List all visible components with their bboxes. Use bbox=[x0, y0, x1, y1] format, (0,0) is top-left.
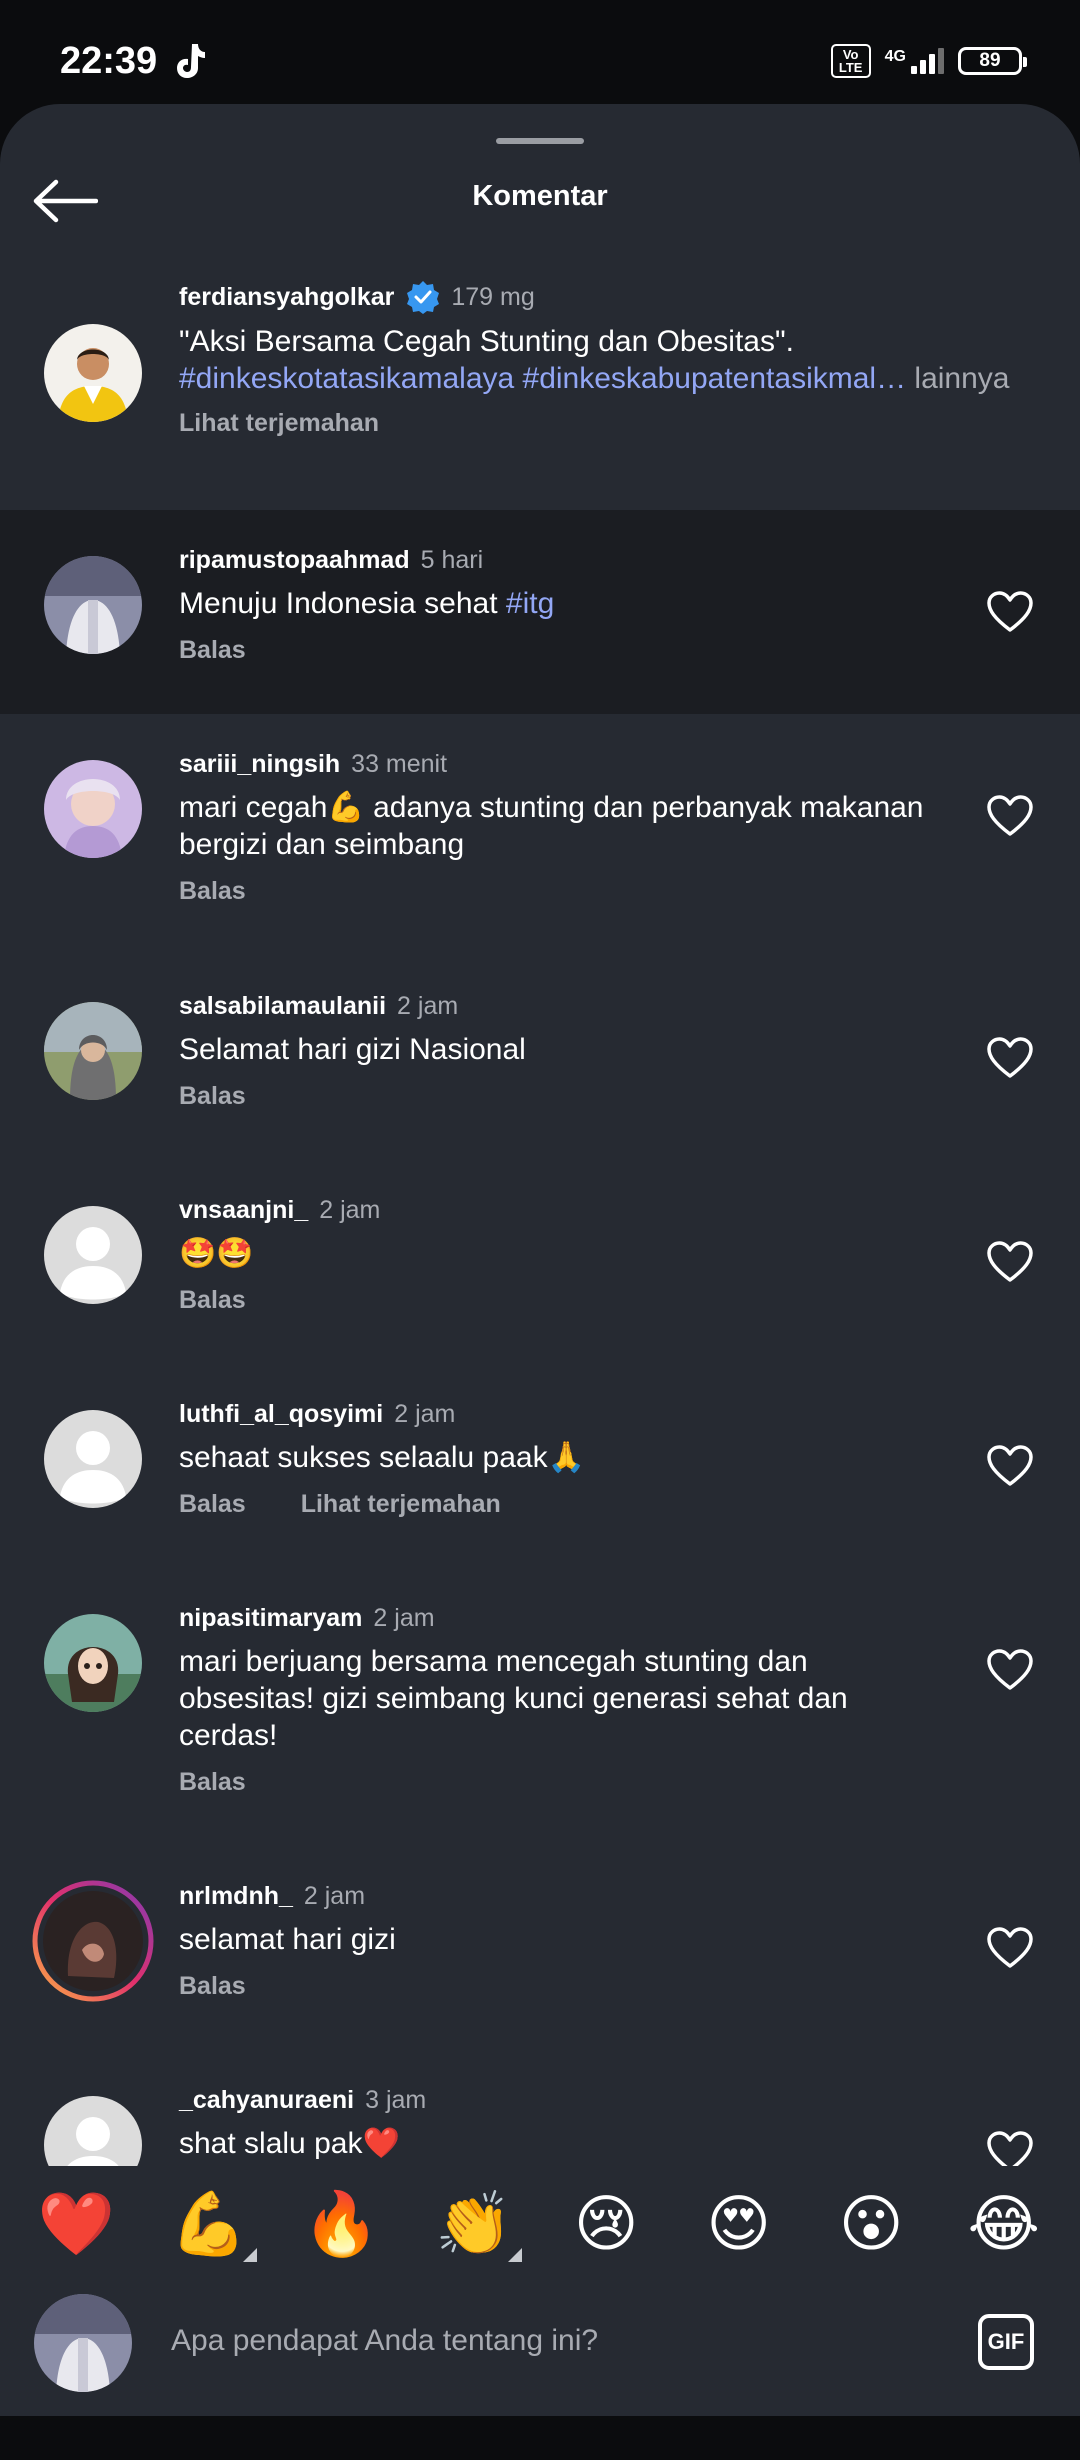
comment-username[interactable]: nipasitimaryam bbox=[179, 1602, 362, 1634]
heart-outline-icon[interactable] bbox=[986, 1036, 1034, 1080]
avatar[interactable] bbox=[44, 760, 142, 858]
status-bar: 22:39 Vo LTE 4G 89 bbox=[0, 0, 1080, 100]
comment-text: selamat hari gizi bbox=[179, 1923, 396, 1956]
verified-badge-icon bbox=[407, 281, 440, 314]
comment-username[interactable]: sariii_ningsih bbox=[179, 748, 340, 780]
comment-item: _cahyanuraeni 3 jam shat slalu pak❤️ bbox=[0, 2050, 1080, 2166]
comment-time: 179 mg bbox=[451, 283, 535, 311]
comment-item: nrlmdnh_ 2 jam selamat hari gizi Balas bbox=[0, 1846, 1080, 2050]
heart-outline-icon[interactable] bbox=[986, 794, 1034, 838]
page-title: Komentar bbox=[472, 180, 608, 212]
volte-badge: Vo LTE bbox=[830, 44, 871, 78]
comment-text: sehaat sukses selaalu paak🙏 bbox=[179, 1441, 585, 1474]
emoji-muscle[interactable]: 💪 bbox=[159, 2194, 259, 2262]
comment-composer: Apa pendapat Anda tentang ini? GIF bbox=[0, 2280, 1080, 2416]
reply-button[interactable]: Balas bbox=[179, 877, 246, 906]
avatar[interactable] bbox=[44, 1002, 142, 1100]
caption-hashtags[interactable]: #dinkeskotatasikamalaya #dinkeskabupaten… bbox=[179, 362, 906, 395]
comment-username[interactable]: nrlmdnh_ bbox=[179, 1880, 293, 1912]
status-indicators: Vo LTE 4G 89 bbox=[830, 44, 1027, 78]
comment-item: salsabilamaulanii 2 jam Selamat hari giz… bbox=[0, 956, 1080, 1160]
comment-username[interactable]: luthfi_al_qosyimi bbox=[179, 1398, 383, 1430]
comment-time: 2 jam bbox=[319, 1196, 381, 1224]
status-time: 22:39 bbox=[60, 40, 158, 82]
avatar[interactable] bbox=[44, 556, 142, 654]
reply-button[interactable]: Balas bbox=[179, 1490, 246, 1519]
tiktok-icon bbox=[177, 44, 205, 78]
emoji-heart[interactable]: ❤️ bbox=[26, 2194, 126, 2256]
emoji-cry[interactable]: 😢 bbox=[556, 2194, 656, 2256]
comment-time: 3 jam bbox=[365, 2086, 427, 2114]
comments-list[interactable]: ferdiansyahgolkar 179 mg "Aksi Bersama C… bbox=[0, 254, 1080, 2166]
gif-icon[interactable]: GIF bbox=[978, 2314, 1034, 2370]
comment-hashtag[interactable]: #itg bbox=[506, 587, 554, 620]
comment-input[interactable]: Apa pendapat Anda tentang ini? bbox=[171, 2324, 598, 2358]
signal-icon: 4G bbox=[885, 48, 944, 74]
heart-outline-icon[interactable] bbox=[986, 1926, 1034, 1970]
comment-time: 2 jam bbox=[394, 1400, 456, 1428]
reply-button[interactable]: Balas bbox=[179, 1972, 246, 2001]
heart-outline-icon[interactable] bbox=[986, 590, 1034, 634]
heart-outline-icon[interactable] bbox=[986, 1648, 1034, 1692]
more-link[interactable]: lainnya bbox=[914, 362, 1009, 395]
caption-text: "Aksi Bersama Cegah Stunting dan Obesita… bbox=[179, 325, 794, 358]
comment-item: nipasitimaryam 2 jam mari berjuang bersa… bbox=[0, 1568, 1080, 1846]
comment-item: vnsaanjni_ 2 jam 🤩🤩 Balas bbox=[0, 1160, 1080, 1364]
reply-button[interactable]: Balas bbox=[179, 1768, 246, 1797]
variant-indicator bbox=[507, 2248, 522, 2262]
comment-time: 33 menit bbox=[351, 750, 448, 778]
battery-level: 89 bbox=[979, 50, 1001, 71]
avatar[interactable] bbox=[44, 1614, 142, 1712]
emoji-surprised[interactable]: 😮 bbox=[821, 2194, 921, 2256]
emoji-clap[interactable]: 👏 bbox=[424, 2194, 524, 2262]
comment-username[interactable]: ripamustopaahmad bbox=[179, 544, 410, 576]
comment-time: 2 jam bbox=[373, 1604, 435, 1632]
comment-text: mari cegah💪 adanya stunting dan perbanya… bbox=[179, 791, 924, 861]
avatar[interactable] bbox=[44, 1410, 142, 1508]
comment-text: 🤩🤩 bbox=[179, 1237, 254, 1270]
comments-sheet: Komentar ferdiansyahgolkar 179 mg "Aksi … bbox=[0, 104, 1080, 2416]
reply-button[interactable]: Balas bbox=[179, 636, 246, 665]
comment-username[interactable]: salsabilamaulanii bbox=[179, 990, 386, 1022]
post-caption: ferdiansyahgolkar 179 mg "Aksi Bersama C… bbox=[0, 254, 1080, 512]
avatar[interactable] bbox=[44, 324, 142, 422]
emoji-laugh[interactable]: 😂 bbox=[954, 2194, 1054, 2256]
translate-link[interactable]: Lihat terjemahan bbox=[301, 1490, 501, 1519]
comment-username[interactable]: _cahyanuraeni bbox=[179, 2084, 354, 2116]
system-nav-bar bbox=[0, 2416, 1080, 2460]
drag-handle[interactable] bbox=[496, 138, 584, 144]
comment-username[interactable]: ferdiansyahgolkar bbox=[179, 281, 394, 313]
comment-time: 2 jam bbox=[397, 992, 459, 1020]
comment-text: mari berjuang bersama mencegah stunting … bbox=[179, 1645, 848, 1752]
comment-item: luthfi_al_qosyimi 2 jam sehaat sukses se… bbox=[0, 1364, 1080, 1568]
comment-item: sariii_ningsih 33 menit mari cegah💪 adan… bbox=[0, 714, 1080, 956]
avatar bbox=[34, 2294, 132, 2392]
variant-indicator bbox=[242, 2248, 257, 2262]
comment-text: shat slalu pak❤️ bbox=[179, 2127, 400, 2160]
heart-outline-icon[interactable] bbox=[986, 1240, 1034, 1284]
translate-link[interactable]: Lihat terjemahan bbox=[179, 409, 379, 438]
reply-button[interactable]: Balas bbox=[179, 1286, 246, 1315]
comment-text: Menuju Indonesia sehat #itg bbox=[179, 587, 555, 620]
heart-outline-icon[interactable] bbox=[986, 1444, 1034, 1488]
heart-outline-icon[interactable] bbox=[986, 2130, 1034, 2166]
comment-time: 5 hari bbox=[420, 546, 484, 574]
avatar[interactable] bbox=[32, 1880, 154, 2002]
comment-item: ripamustopaahmad 5 hari Menuju Indonesia… bbox=[0, 510, 1080, 714]
network-type: 4G bbox=[884, 48, 906, 65]
avatar[interactable] bbox=[44, 2096, 142, 2166]
battery-icon: 89 bbox=[958, 47, 1027, 75]
comment-text: Selamat hari gizi Nasional bbox=[179, 1033, 526, 1066]
comment-username[interactable]: vnsaanjni_ bbox=[179, 1194, 308, 1226]
emoji-fire[interactable]: 🔥 bbox=[291, 2194, 391, 2256]
quick-emoji-bar: ❤️ 💪 🔥 👏 😢 😍 😮 😂 bbox=[0, 2170, 1080, 2280]
comment-time: 2 jam bbox=[303, 1882, 366, 1910]
avatar[interactable] bbox=[44, 1206, 142, 1304]
reply-button[interactable]: Balas bbox=[179, 1082, 246, 1111]
emoji-heart-eyes[interactable]: 😍 bbox=[689, 2194, 789, 2256]
